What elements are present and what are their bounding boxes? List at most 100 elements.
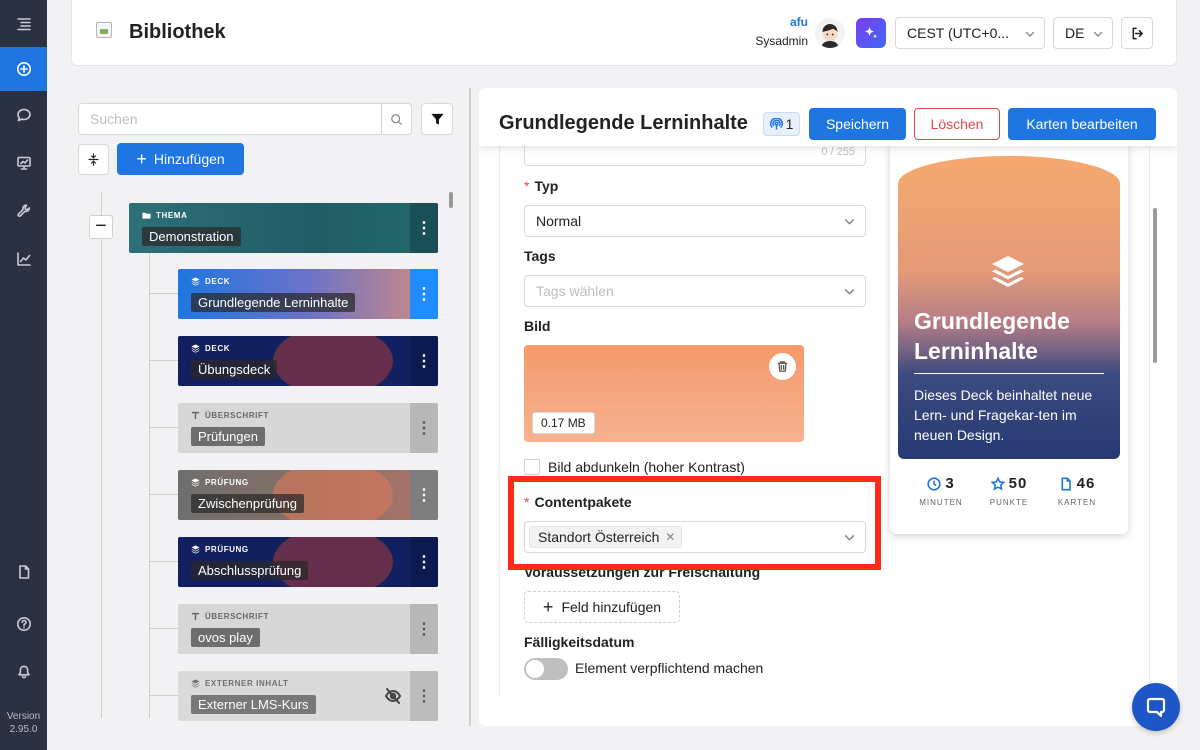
node-menu-button[interactable]: ⋮ xyxy=(410,671,438,721)
prerequisites-label: Voraussetzungen zur Freischaltung xyxy=(524,564,761,580)
stat-points: 50 PUNKTE xyxy=(974,475,1044,507)
file-icon xyxy=(1061,477,1071,490)
mandatory-toggle[interactable] xyxy=(524,658,568,680)
image-preview[interactable]: 0.17 MB xyxy=(524,345,804,442)
type-select[interactable]: Normal xyxy=(524,205,866,237)
layers-icon xyxy=(191,679,200,688)
due-date-label: Fälligkeitsdatum xyxy=(524,634,635,650)
version-label: Version xyxy=(6,711,41,722)
node-menu-button[interactable]: ⋮ xyxy=(410,604,438,654)
layers-icon xyxy=(191,277,200,286)
logo-image-icon xyxy=(96,22,112,38)
node-menu-button[interactable]: ⋮ xyxy=(410,403,438,453)
search-input[interactable]: Suchen xyxy=(78,103,412,135)
tree-node-heading[interactable]: ÜBERSCHRIFT ovos play ⋮ xyxy=(178,604,438,654)
node-menu-button[interactable]: ⋮ xyxy=(410,336,438,386)
podcast-badge[interactable]: 1 xyxy=(763,112,800,136)
node-type: THEMA xyxy=(142,211,187,220)
logout-button[interactable] xyxy=(1121,17,1153,49)
preview-cover: Grundlegende Lerninhalte Dieses Deck bei… xyxy=(898,156,1120,459)
add-field-button[interactable]: + Feld hinzufügen xyxy=(524,591,680,623)
tree-node-exam[interactable]: PRÜFUNG Abschlussprüfung ⋮ xyxy=(178,537,438,587)
node-type: PRÜFUNG xyxy=(191,545,249,554)
collapse-node-button[interactable]: − xyxy=(89,215,113,239)
text-icon xyxy=(191,612,200,621)
tree-node-external[interactable]: EXTERNER INHALT Externer LMS-Kurs ⋮ xyxy=(178,671,438,721)
podcast-icon xyxy=(769,117,783,130)
delete-image-button[interactable] xyxy=(769,353,796,380)
mandatory-label: Element verpflichtend machen xyxy=(575,660,764,676)
content-packages-select[interactable]: Standort Österreich ✕ xyxy=(524,521,866,553)
tags-placeholder: Tags wählen xyxy=(536,283,614,299)
tree-scrollbar[interactable] xyxy=(449,192,453,208)
collapse-icon xyxy=(88,153,99,166)
add-button[interactable]: + Hinzufügen xyxy=(117,143,244,175)
avatar[interactable] xyxy=(815,18,845,48)
avatar-face-icon xyxy=(821,24,839,48)
node-menu-button[interactable]: ⋮ xyxy=(410,470,438,520)
rail-docs-button[interactable] xyxy=(0,550,47,594)
ai-assistant-button[interactable] xyxy=(856,18,886,48)
save-button[interactable]: Speichern xyxy=(809,108,906,140)
chevron-down-icon xyxy=(1025,31,1035,37)
edit-cards-button[interactable]: Karten bearbeiten xyxy=(1008,108,1156,140)
tree-node-deck-selected[interactable]: DECK Grundlegende Lerninhalte ⋮ xyxy=(178,269,438,319)
node-type: DECK xyxy=(191,277,230,286)
node-menu-button[interactable]: ⋮ xyxy=(410,203,438,253)
rail-help-button[interactable] xyxy=(0,602,47,646)
filter-button[interactable] xyxy=(421,103,453,135)
rail-presentation-button[interactable] xyxy=(0,141,47,185)
delete-button[interactable]: Löschen xyxy=(914,108,1000,140)
rail-add-button[interactable] xyxy=(0,47,47,91)
stat-value: 46 xyxy=(1076,475,1096,492)
plus-icon: + xyxy=(136,149,147,169)
panel-border xyxy=(1149,146,1150,706)
stat-label: MINUTEN xyxy=(919,498,963,507)
tree-node-thema[interactable]: THEMA Demonstration ⋮ xyxy=(129,203,438,253)
remove-tag-icon[interactable]: ✕ xyxy=(665,527,675,547)
tree-node-exam[interactable]: PRÜFUNG Zwischenprüfung ⋮ xyxy=(178,470,438,520)
rail-bell-button[interactable] xyxy=(0,650,47,694)
rail-tools-button[interactable] xyxy=(0,189,47,233)
darken-image-checkbox[interactable] xyxy=(524,459,540,475)
panel-divider[interactable] xyxy=(469,88,471,726)
detail-title: Grundlegende Lerninhalte xyxy=(499,112,748,134)
tags-select[interactable]: Tags wählen xyxy=(524,275,866,307)
node-menu-button[interactable]: ⋮ xyxy=(410,537,438,587)
tree-node-heading[interactable]: ÜBERSCHRIFT Prüfungen ⋮ xyxy=(178,403,438,453)
stat-cards: 46 KARTEN xyxy=(1042,475,1112,507)
collapse-all-button[interactable] xyxy=(78,144,109,175)
user-info[interactable]: afu Sysadmin xyxy=(732,15,808,48)
chevron-down-icon xyxy=(844,219,855,225)
rail-analytics-button[interactable] xyxy=(0,237,47,281)
wrench-icon xyxy=(16,204,30,218)
version-number: 2.95.0 xyxy=(9,724,38,735)
help-icon xyxy=(16,617,31,631)
node-type-label: PRÜFUNG xyxy=(205,545,249,554)
tree-line xyxy=(101,192,102,718)
clock-icon xyxy=(927,476,941,491)
support-chat-button[interactable] xyxy=(1132,683,1180,731)
tree-connector xyxy=(150,561,178,562)
chevron-down-icon xyxy=(1093,31,1103,37)
node-label: Demonstration xyxy=(142,227,241,246)
stat-label: PUNKTE xyxy=(989,498,1029,507)
timezone-select[interactable]: CEST (UTC+0... xyxy=(895,17,1045,49)
rail-chat-button[interactable] xyxy=(0,93,47,137)
detail-scrollbar[interactable] xyxy=(1153,208,1157,363)
language-select[interactable]: DE xyxy=(1053,17,1113,49)
content-package-tag: Standort Österreich ✕ xyxy=(529,526,683,548)
char-counter: 0 / 255 xyxy=(821,146,855,158)
bell-icon xyxy=(17,665,30,679)
search-button[interactable] xyxy=(381,103,412,135)
eye-off-icon[interactable] xyxy=(384,687,402,705)
menu-toggle-button[interactable] xyxy=(0,2,47,46)
stat-value: 3 xyxy=(945,475,955,492)
tree-node-deck[interactable]: DECK Übungsdeck ⋮ xyxy=(178,336,438,386)
folder-icon xyxy=(142,212,151,219)
plus-circle-icon xyxy=(16,62,31,76)
layers-icon xyxy=(191,344,200,353)
timezone-value: CEST (UTC+0... xyxy=(907,25,1010,41)
node-menu-button[interactable]: ⋮ xyxy=(410,269,438,319)
deck-preview-card: Grundlegende Lerninhalte Dieses Deck bei… xyxy=(890,142,1128,534)
